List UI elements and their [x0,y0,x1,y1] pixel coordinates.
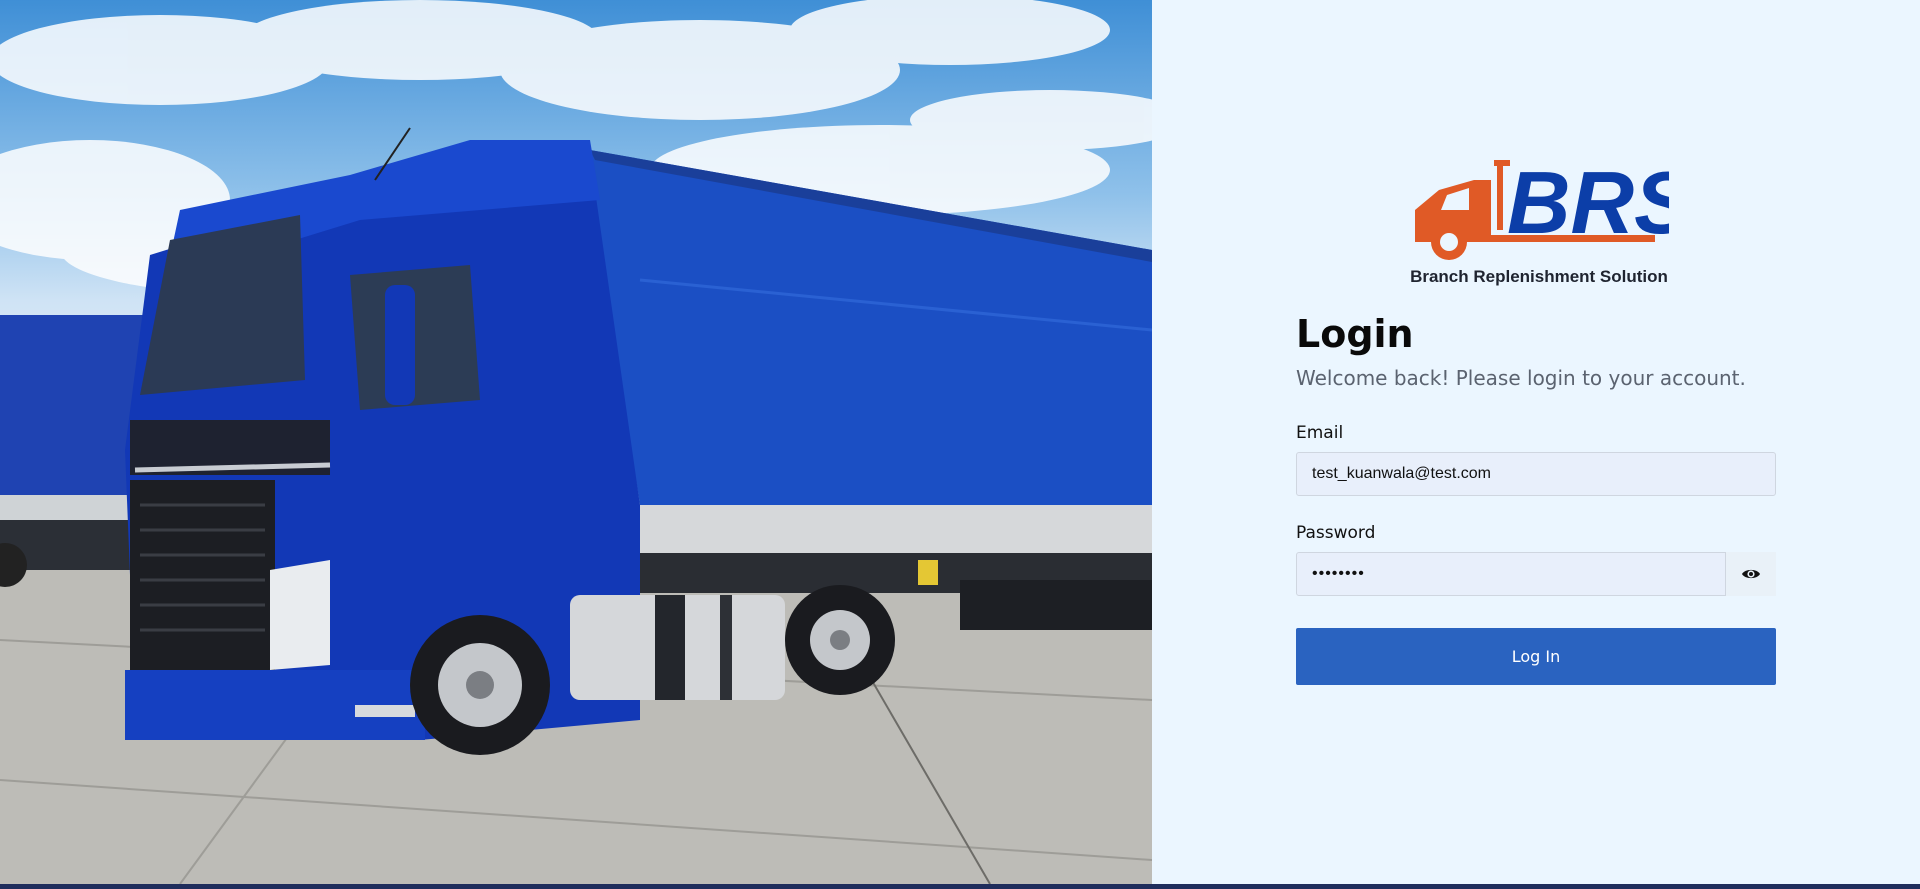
password-label: Password [1296,523,1376,543]
page-title: Login [1296,312,1414,356]
login-page: BRS Branch Replenishment Solution Login … [0,0,1920,884]
password-field-wrap [1296,552,1776,596]
truck-illustration [0,0,1152,884]
eye-icon [1742,569,1760,579]
logo-tagline: Branch Replenishment Solution [1410,267,1668,286]
truck-logo-icon: BRS [1415,153,1693,260]
login-button[interactable]: Log In [1296,628,1776,685]
email-field-wrap [1296,452,1776,496]
brs-logo: BRS Branch Replenishment Solution [1409,153,1693,290]
hero-truck-image [0,0,1152,884]
login-form: Login Welcome back! Please login to your… [1296,310,1776,685]
login-panel: BRS Branch Replenishment Solution Login … [1152,0,1920,884]
logo-brs-text: BRS [1507,155,1669,252]
email-label: Email [1296,423,1344,443]
password-field[interactable] [1296,552,1726,596]
bottom-strip [0,884,1920,889]
email-field[interactable] [1296,452,1776,496]
page-subtitle: Welcome back! Please login to your accou… [1296,366,1746,390]
show-password-button[interactable] [1726,552,1776,596]
